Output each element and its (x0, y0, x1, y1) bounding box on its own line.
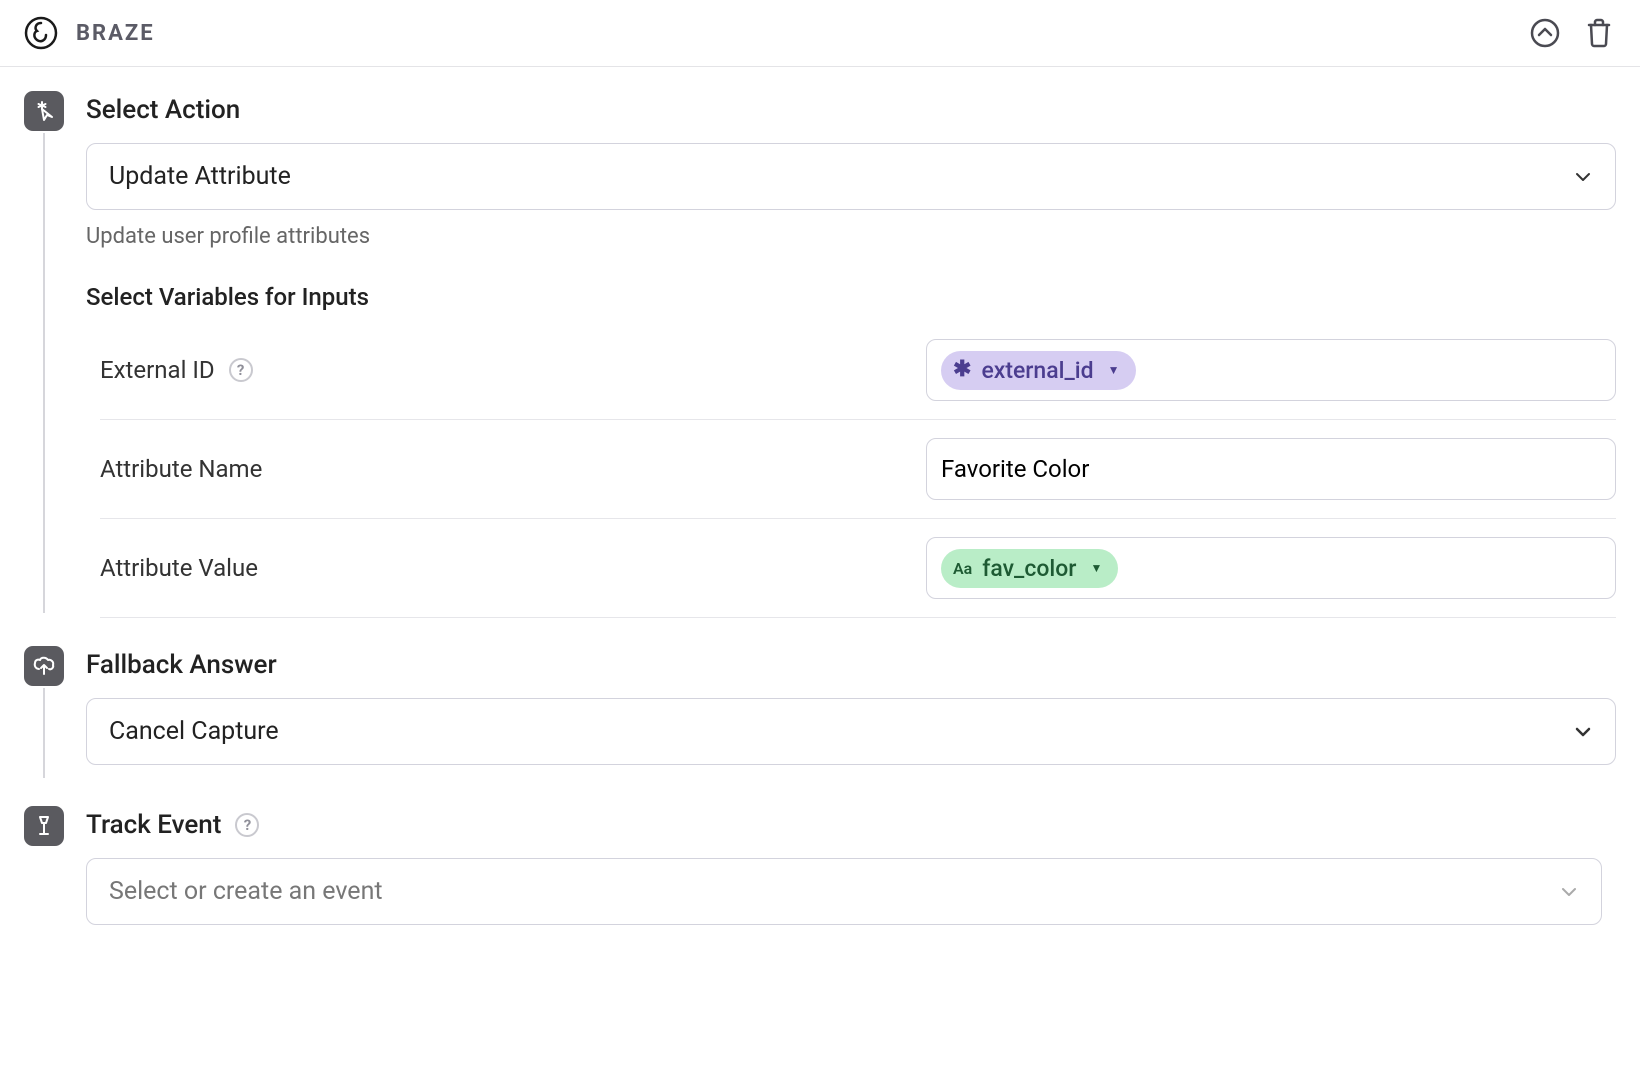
var-row-external-id: External ID ? ✱ external_id ▼ (100, 321, 1616, 420)
fav-color-variable-chip[interactable]: Aa fav_color ▼ (941, 549, 1118, 588)
variables-title: Select Variables for Inputs (86, 283, 1616, 311)
variable-rows: External ID ? ✱ external_id ▼ (100, 321, 1616, 618)
var-label-attr-value: Attribute Value (100, 554, 926, 582)
chevron-down-icon (1573, 167, 1593, 187)
chip-text: fav_color (982, 555, 1076, 582)
step-connector-line (43, 688, 45, 778)
attribute-name-field[interactable] (941, 455, 1601, 483)
content: Select Action Update Attribute Update us… (0, 67, 1640, 1065)
track-event-icon (24, 806, 64, 846)
step-body-action: Select Action Update Attribute Update us… (86, 91, 1616, 618)
step-icon-col (24, 806, 64, 846)
step-connector-line (43, 133, 45, 613)
track-event-title: Track Event ? (86, 810, 1616, 840)
fallback-select-value: Cancel Capture (109, 717, 279, 746)
step-icon-col (24, 91, 64, 613)
header-right (1528, 16, 1616, 50)
var-row-attr-value: Attribute Value Aa fav_color ▼ (100, 519, 1616, 618)
help-icon[interactable]: ? (229, 358, 253, 382)
step-fallback: Fallback Answer Cancel Capture (24, 646, 1616, 778)
action-hint: Update user profile attributes (86, 224, 1616, 249)
chevron-down-icon (1559, 882, 1579, 902)
var-label-external-id: External ID ? (100, 356, 926, 384)
var-row-attr-name: Attribute Name (100, 420, 1616, 519)
chevron-down-icon: ▼ (1108, 363, 1120, 377)
header-left: BRAZE (24, 16, 155, 50)
brand-name: BRAZE (76, 21, 155, 46)
step-body-fallback: Fallback Answer Cancel Capture (86, 646, 1616, 765)
header: BRAZE (0, 0, 1640, 67)
var-label-attr-name: Attribute Name (100, 455, 926, 483)
step-select-action: Select Action Update Attribute Update us… (24, 91, 1616, 618)
step-body-track: Track Event ? Select or create an event (86, 806, 1616, 925)
attribute-name-input[interactable] (926, 438, 1616, 500)
text-type-icon: Aa (953, 559, 972, 578)
track-event-select[interactable]: Select or create an event (86, 858, 1602, 925)
asterisk-icon: ✱ (953, 359, 971, 381)
track-event-placeholder: Select or create an event (109, 877, 383, 906)
step-track-event: Track Event ? Select or create an event (24, 806, 1616, 925)
step-icon-col (24, 646, 64, 778)
action-icon (24, 91, 64, 131)
fallback-icon (24, 646, 64, 686)
brand-logo-icon (24, 16, 58, 50)
select-action-title: Select Action (86, 95, 1616, 125)
help-icon[interactable]: ? (235, 813, 259, 837)
action-select-value: Update Attribute (109, 162, 291, 191)
external-id-variable-chip[interactable]: ✱ external_id ▼ (941, 351, 1136, 390)
fallback-title: Fallback Answer (86, 650, 1616, 680)
collapse-icon[interactable] (1528, 16, 1562, 50)
chevron-down-icon (1573, 722, 1593, 742)
attribute-value-input[interactable]: Aa fav_color ▼ (926, 537, 1616, 599)
trash-icon[interactable] (1582, 16, 1616, 50)
chevron-down-icon: ▼ (1090, 561, 1102, 575)
chip-text: external_id (981, 357, 1093, 384)
external-id-input[interactable]: ✱ external_id ▼ (926, 339, 1616, 401)
fallback-select[interactable]: Cancel Capture (86, 698, 1616, 765)
action-select[interactable]: Update Attribute (86, 143, 1616, 210)
